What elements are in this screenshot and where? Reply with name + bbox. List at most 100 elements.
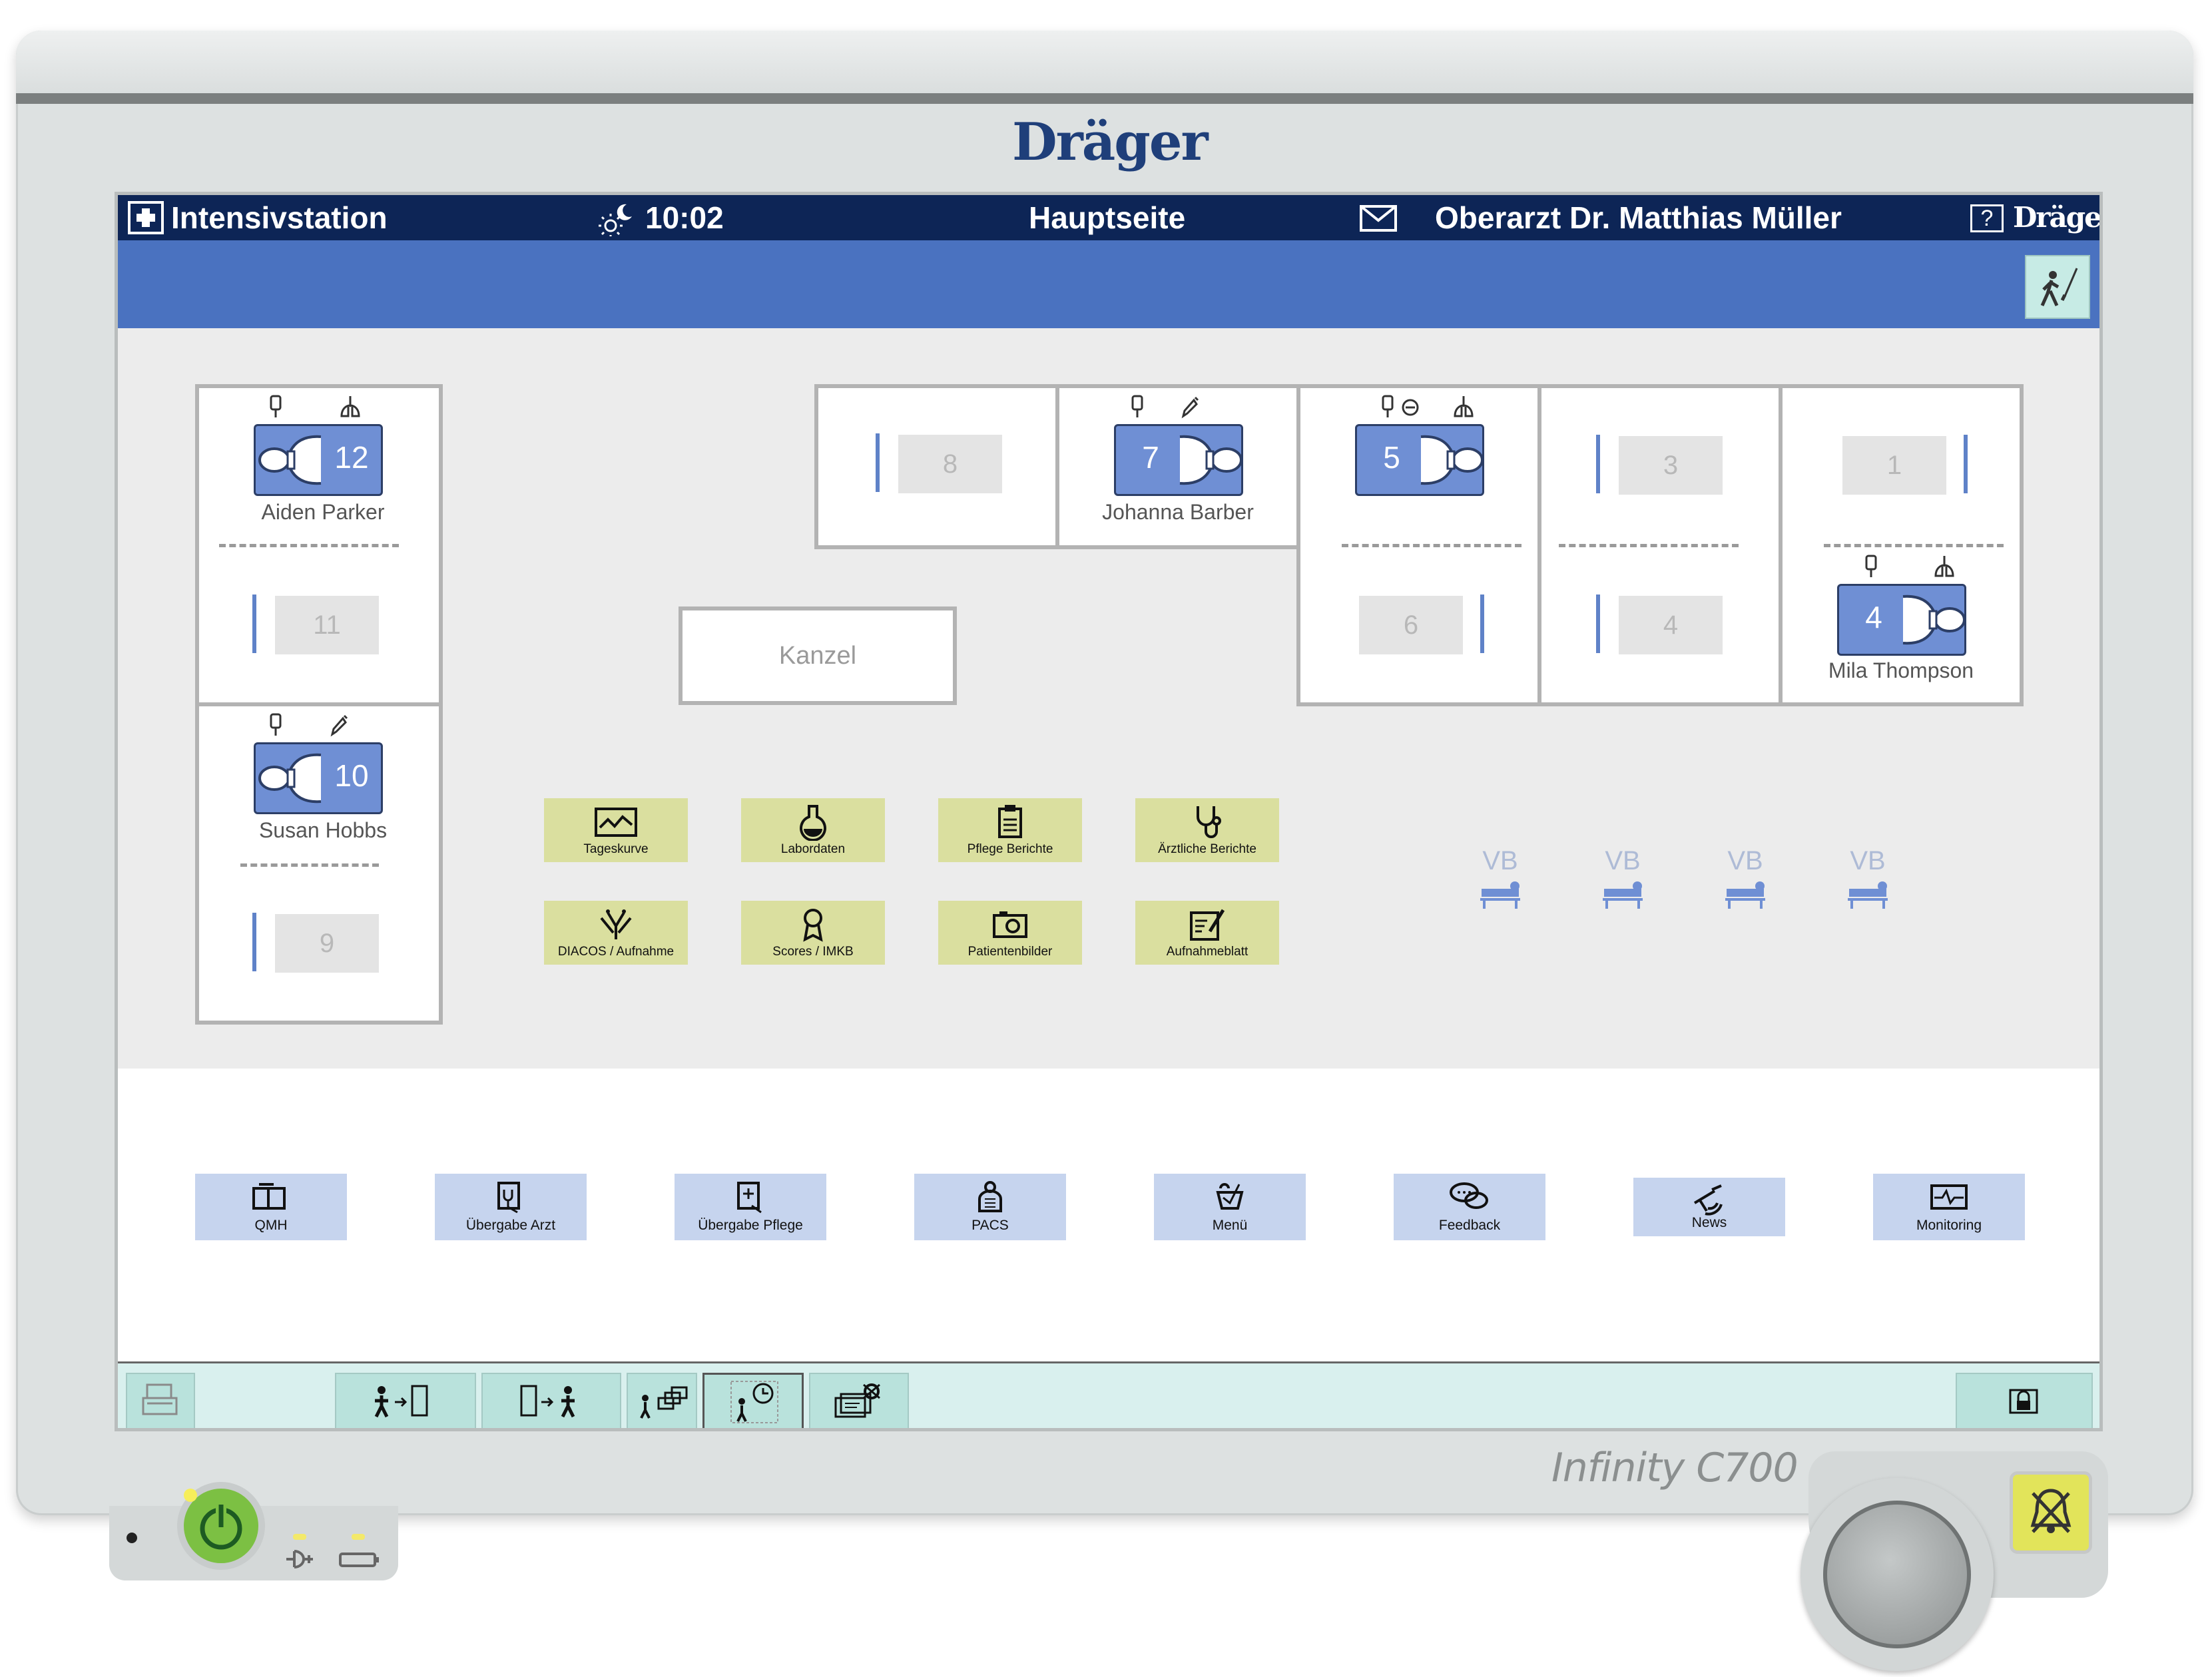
- infusion-icon: [270, 395, 282, 417]
- tile-label: Scores / IMKB: [772, 945, 854, 959]
- vb-label: VB: [1850, 846, 1886, 875]
- bed-indicator-bar: [1596, 435, 1600, 493]
- patient-card-bed-4[interactable]: 4: [1837, 584, 1966, 656]
- room-beds-5-6: 5 6: [1296, 384, 1541, 706]
- tile-label: Tageskurve: [583, 842, 649, 856]
- empty-bed-11[interactable]: 11: [275, 596, 379, 654]
- header-bar: [118, 240, 2099, 328]
- bed-divider: [1342, 544, 1521, 547]
- stop-icon: [1402, 399, 1419, 416]
- chart-icon: [595, 808, 637, 837]
- vb-slot-3[interactable]: VB: [1712, 846, 1779, 919]
- patient-name: Susan Hobbs: [258, 818, 388, 842]
- patient-name: Johanna Barber: [1102, 500, 1254, 524]
- room-b: 10 Susan Hobbs 9: [195, 702, 443, 1025]
- vb-slot-1[interactable]: VB: [1467, 846, 1533, 919]
- aerztliche-berichte-tile[interactable]: Ärztliche Berichte: [1135, 798, 1279, 862]
- speech-bubbles-icon: [1450, 1182, 1488, 1209]
- admit-patient-button[interactable]: [335, 1373, 476, 1428]
- device-bezel-line: [16, 93, 2193, 104]
- mains-plug-icon: [286, 1550, 313, 1568]
- transfer-button[interactable]: [627, 1373, 697, 1428]
- help-button[interactable]: ?: [1970, 204, 2004, 232]
- rotary-knob-cap: [1823, 1501, 1971, 1648]
- empty-bed-4[interactable]: 4: [1619, 596, 1723, 654]
- labordaten-tile[interactable]: Labordaten: [741, 798, 885, 862]
- empty-bed-8[interactable]: 8: [898, 435, 1002, 493]
- print-button[interactable]: [126, 1373, 195, 1428]
- user-name[interactable]: Oberarzt Dr. Matthias Müller: [1435, 199, 1842, 236]
- settings-cards-button[interactable]: [809, 1373, 909, 1428]
- news-tile[interactable]: News: [1633, 1178, 1785, 1236]
- tile-label: Aufnahmeblatt: [1166, 945, 1248, 959]
- mail-icon[interactable]: [1359, 204, 1398, 232]
- bed-indicator-bar: [876, 433, 880, 492]
- standby-clock-button[interactable]: [702, 1373, 804, 1428]
- device-top-bezel: [16, 31, 2193, 96]
- lungs-icon: [340, 396, 360, 417]
- menue-tile[interactable]: Menü: [1154, 1174, 1306, 1240]
- patient-card-bed-10[interactable]: 10: [254, 742, 383, 814]
- discharge-patient-button[interactable]: [481, 1373, 621, 1428]
- stethoscope-icon: [1197, 806, 1221, 838]
- person-clock-icon: [730, 1381, 778, 1423]
- patient-card-bed-7[interactable]: 7: [1114, 424, 1243, 496]
- patient-card-bed-5[interactable]: 5: [1355, 424, 1484, 496]
- vb-label: VB: [1727, 846, 1763, 875]
- empty-bed-1[interactable]: 1: [1842, 436, 1946, 495]
- room-beds-3-4: 3 4: [1537, 384, 1783, 706]
- empty-bed-9[interactable]: 9: [275, 914, 379, 973]
- vb-label: VB: [1482, 846, 1518, 875]
- bed-indicator-bar: [1480, 595, 1484, 653]
- vb-slot-2[interactable]: VB: [1589, 846, 1656, 919]
- tile-label: News: [1691, 1215, 1727, 1230]
- alarm-silence-button[interactable]: [2010, 1471, 2092, 1554]
- empty-bed-6[interactable]: 6: [1359, 596, 1463, 654]
- syringe-icon: [1181, 396, 1199, 419]
- bed-icon: [1848, 881, 1888, 909]
- vb-slot-4[interactable]: VB: [1834, 846, 1901, 919]
- page-title: Hauptseite: [1029, 200, 1186, 235]
- aufnahmeblatt-tile[interactable]: Aufnahmeblatt: [1135, 901, 1279, 965]
- standby-button[interactable]: [2025, 255, 2090, 319]
- patient-head-left-icon: [258, 753, 322, 804]
- patient-name: Aiden Parker: [261, 500, 385, 524]
- vb-label: VB: [1605, 846, 1641, 875]
- infusion-icon: [1131, 395, 1143, 417]
- diacos-tile[interactable]: DIACOS / Aufnahme: [544, 901, 688, 965]
- qmh-tile[interactable]: QMH: [195, 1174, 347, 1240]
- rotary-knob[interactable]: [1800, 1478, 1994, 1671]
- syringe-icon: [330, 714, 348, 737]
- lock-icon: [2009, 1389, 2038, 1414]
- person-transfer-icon: [640, 1386, 688, 1419]
- bed-number: 12: [334, 440, 369, 475]
- feedback-tile[interactable]: Feedback: [1394, 1174, 1545, 1240]
- patient-head-left-icon: [258, 435, 322, 485]
- kanzel-station[interactable]: Kanzel: [679, 606, 957, 705]
- doctor-handover-icon: [497, 1182, 520, 1214]
- empty-bed-3[interactable]: 3: [1619, 436, 1723, 495]
- tile-label: QMH: [254, 1218, 288, 1233]
- patient-card-bed-12[interactable]: 12: [254, 424, 383, 496]
- monitoring-tile[interactable]: Monitoring: [1873, 1174, 2025, 1240]
- book-icon: [252, 1183, 286, 1210]
- alarm-bell-icon: [2030, 1489, 2072, 1533]
- unit-title[interactable]: Intensivstation: [171, 199, 388, 236]
- scores-imkb-tile[interactable]: Scores / IMKB: [741, 901, 885, 965]
- uebergabe-pflege-tile[interactable]: Übergabe Pflege: [675, 1174, 826, 1240]
- tageskurve-tile[interactable]: Tageskurve: [544, 798, 688, 862]
- pflege-berichte-tile[interactable]: Pflege Berichte: [938, 798, 1082, 862]
- tile-label: Übergabe Arzt: [465, 1218, 556, 1233]
- lungs-icon: [1454, 396, 1474, 417]
- uebergabe-arzt-tile[interactable]: Übergabe Arzt: [435, 1174, 587, 1240]
- tile-label: PACS: [971, 1218, 1009, 1233]
- tile-label: Feedback: [1438, 1218, 1501, 1233]
- patientenbilder-tile[interactable]: Patientenbilder: [938, 901, 1082, 965]
- lock-screen-button[interactable]: [1956, 1373, 2093, 1428]
- room-a: 12 Aiden Parker 11: [195, 384, 443, 706]
- brand-logo-small: Dräger: [2013, 201, 2101, 234]
- bed-number: 5: [1383, 440, 1400, 475]
- tile-label: DIACOS / Aufnahme: [557, 945, 675, 959]
- pacs-tile[interactable]: PACS: [914, 1174, 1066, 1240]
- nurse-handover-icon: [737, 1182, 762, 1214]
